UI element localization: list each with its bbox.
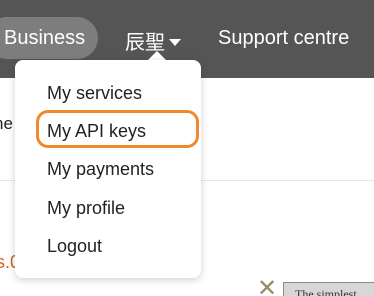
user-dropdown-menu: My services My API keys My payments My p… bbox=[15, 60, 201, 278]
menu-item-logout[interactable]: Logout bbox=[47, 236, 102, 257]
api-keys-highlight-ring bbox=[36, 110, 199, 148]
nav-support-centre-link[interactable]: Support centre bbox=[218, 27, 349, 50]
caret-down-icon bbox=[169, 38, 181, 46]
background-text-fragment: ne bbox=[0, 114, 13, 133]
menu-item-my-profile[interactable]: My profile bbox=[47, 198, 125, 219]
nav-business-button[interactable]: Business bbox=[0, 17, 98, 59]
nav-business-label: Business bbox=[4, 27, 86, 49]
menu-item-my-services[interactable]: My services bbox=[47, 83, 142, 104]
background-banner: The simplest bbox=[283, 282, 374, 296]
banner-text: The simplest bbox=[295, 287, 357, 296]
menu-item-my-payments[interactable]: My payments bbox=[47, 159, 154, 180]
close-icon[interactable]: ✕ bbox=[257, 277, 277, 296]
